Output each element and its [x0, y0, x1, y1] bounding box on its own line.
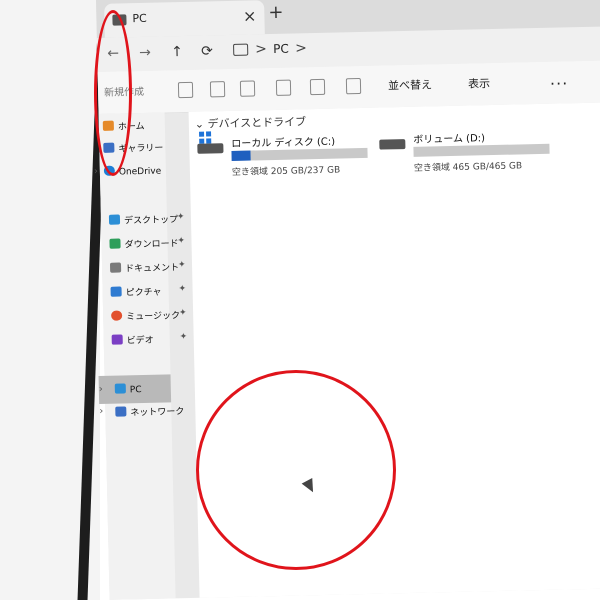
pin-icon[interactable]: ✦	[177, 212, 185, 222]
pin-icon[interactable]: ✦	[179, 308, 187, 318]
close-tab-button[interactable]: ×	[243, 6, 257, 25]
drive-free-space: 空き領域 205 GB/237 GB	[231, 165, 341, 178]
cut-icon[interactable]	[177, 81, 194, 99]
more-options-button[interactable]: ...	[550, 69, 569, 88]
sort-button[interactable]: 並べ替え	[388, 76, 432, 93]
pin-icon[interactable]: ✦	[180, 332, 188, 342]
sidebar-item-documents[interactable]: ドキュメント	[109, 260, 179, 275]
pc-icon	[114, 383, 126, 394]
windows-logo-icon	[199, 131, 212, 144]
sidebar-item-desktop[interactable]: デスクトップ	[108, 212, 178, 227]
share-icon[interactable]	[309, 78, 326, 96]
desktop-icon	[108, 214, 121, 225]
forward-button[interactable]: →	[139, 45, 151, 61]
sidebar-item-pictures[interactable]: ピクチャ	[110, 285, 162, 299]
sidebar-item-pc[interactable]: PC	[114, 383, 142, 396]
tab-title: PC	[132, 11, 147, 26]
photo-stage: PC × + ← → ↑ ⟳ > PC > 新規作成 並べ替え 表示 ... ホ…	[0, 0, 600, 600]
chevron-down-icon: ⌄	[194, 117, 208, 131]
copy-icon[interactable]	[209, 81, 226, 98]
expand-chevron-icon[interactable]: ›	[99, 384, 103, 395]
group-header[interactable]: ⌄ デバイスとドライブ	[195, 113, 307, 132]
drive-name: ボリューム (D:)	[413, 133, 486, 146]
breadcrumb-chevron: >	[254, 41, 268, 58]
navigation-pane: ホーム ギャラリー › OneDrive デスクトップ ✦ ダウンロード ✦ ド…	[94, 112, 187, 600]
up-button[interactable]: ↑	[171, 44, 183, 60]
rename-icon[interactable]	[275, 79, 292, 96]
pc-icon	[233, 43, 249, 56]
drive-free-space: 空き領域 465 GB/465 GB	[413, 161, 523, 174]
drive-icon	[197, 143, 224, 154]
view-button[interactable]: 表示	[468, 75, 490, 91]
annotation-ellipse	[94, 10, 132, 176]
sidebar-item-videos[interactable]: ビデオ	[111, 333, 154, 347]
expand-chevron-icon[interactable]: ›	[99, 406, 103, 417]
paste-icon[interactable]	[239, 80, 256, 97]
new-tab-button[interactable]: +	[268, 2, 284, 23]
picture-icon	[110, 286, 122, 297]
drive-icon	[379, 139, 406, 150]
sidebar-item-network[interactable]: ネットワーク	[115, 404, 185, 419]
sidebar-item-music[interactable]: ミュージック	[111, 308, 180, 323]
delete-icon[interactable]	[345, 78, 362, 95]
pin-icon[interactable]: ✦	[177, 236, 185, 246]
breadcrumb-chevron[interactable]: >	[295, 40, 307, 56]
drive-usage-bar	[231, 147, 368, 161]
pin-icon[interactable]: ✦	[178, 284, 186, 294]
expand-chevron-icon[interactable]: ›	[94, 166, 98, 177]
music-icon	[111, 310, 123, 321]
breadcrumb-pc[interactable]: PC	[273, 42, 289, 56]
network-icon	[115, 406, 127, 417]
annotation-circle	[196, 370, 396, 570]
drive-usage-bar	[413, 143, 550, 157]
download-icon	[109, 238, 121, 249]
pin-icon[interactable]: ✦	[178, 260, 186, 270]
drive-name: ローカル ディスク (C:)	[231, 136, 336, 150]
video-icon	[111, 334, 123, 345]
sidebar-item-downloads[interactable]: ダウンロード	[109, 236, 179, 251]
document-icon	[109, 262, 122, 273]
tab-pc[interactable]: PC ×	[104, 0, 265, 38]
refresh-button[interactable]: ⟳	[201, 43, 213, 59]
drive-usage-fill	[231, 150, 251, 161]
